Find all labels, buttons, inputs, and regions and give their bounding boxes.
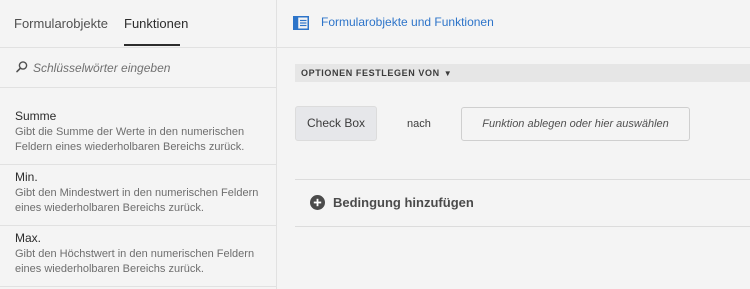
options-label: OPTIONEN FESTLEGEN VON: [301, 68, 440, 78]
list-item-max[interactable]: Max. Gibt den Höchstwert in den numerisc…: [0, 226, 276, 287]
function-description: Gibt die Summe der Werte in den numerisc…: [15, 126, 245, 153]
tab-formularobjekte[interactable]: Formularobjekte: [14, 16, 108, 31]
panel-title-link[interactable]: Formularobjekte und Funktionen: [321, 15, 494, 29]
editor-header: Formularobjekte und Funktionen: [277, 0, 750, 48]
options-dropdown[interactable]: OPTIONEN FESTLEGEN VON ▼: [301, 68, 452, 78]
divider: [295, 226, 750, 227]
plus-circle-icon: [310, 195, 325, 210]
rule-canvas: OPTIONEN FESTLEGEN VON ▼ Check Box nach F…: [295, 48, 750, 289]
active-tab-indicator: [124, 44, 180, 46]
function-title: Summe: [15, 109, 57, 123]
function-drop-zone[interactable]: Funktion ablegen oder hier auswählen: [461, 107, 690, 141]
function-title: Max.: [15, 231, 42, 245]
left-panel: Formularobjekte Funktionen Summe Gibt di…: [0, 0, 277, 289]
search-bar: [0, 48, 276, 88]
connector-label: nach: [407, 118, 431, 130]
divider: [295, 179, 750, 180]
add-condition-label: Bedingung hinzufügen: [333, 195, 474, 210]
function-description: Gibt den Mindestwert in den numerischen …: [15, 187, 259, 214]
function-description: Gibt den Höchstwert in den numerischen F…: [15, 248, 255, 275]
search-icon: [16, 61, 28, 73]
source-object-chip[interactable]: Check Box: [295, 106, 377, 141]
rule-editor: Formularobjekte und Funktionen OPTIONEN …: [277, 0, 750, 289]
list-item-summe[interactable]: Summe Gibt die Summe der Werte in den nu…: [0, 104, 276, 165]
list-item-min[interactable]: Min. Gibt den Mindestwert in den numeris…: [0, 165, 276, 226]
tab-funktionen[interactable]: Funktionen: [124, 16, 188, 31]
function-title: Min.: [15, 170, 38, 184]
function-list: Summe Gibt die Summe der Werte in den nu…: [0, 104, 276, 287]
panel-icon[interactable]: [293, 16, 309, 30]
tab-bar: Formularobjekte Funktionen: [0, 0, 276, 48]
chevron-down-icon: ▼: [443, 69, 453, 78]
options-bar: OPTIONEN FESTLEGEN VON ▼: [295, 64, 750, 82]
search-input[interactable]: [33, 57, 263, 79]
